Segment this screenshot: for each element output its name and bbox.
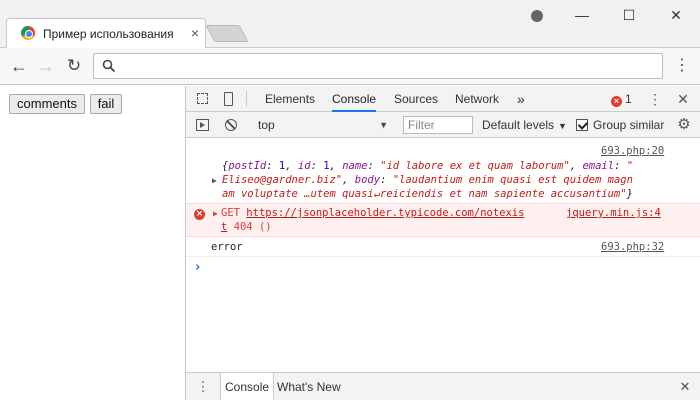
gear-icon[interactable]: ⚙	[675, 116, 693, 134]
profile-icon[interactable]	[525, 4, 549, 26]
page-content: comments fail	[0, 86, 185, 400]
group-similar-checkbox[interactable]: Group similar	[576, 116, 664, 134]
console-message-object: 693.php:20 ▶ {postId: 1, id: 1, name: "i…	[186, 142, 700, 202]
expand-arrow-icon[interactable]: ▶	[212, 176, 217, 185]
forward-button[interactable]: →	[35, 55, 57, 77]
minimize-button[interactable]: —	[570, 4, 594, 26]
error-icon: ×	[194, 209, 205, 220]
error-status: 404 ()	[233, 221, 272, 233]
tab-network[interactable]: Network	[455, 86, 499, 112]
error-text: GET https://jsonplaceholder.typicode.com…	[221, 206, 691, 233]
object-line-1: {postId: 1, id: 1, name: "id labore ex e…	[222, 160, 634, 172]
browser-toolbar: ← → ↻ ⋮	[0, 48, 700, 85]
object-line-3: am voluptate …utem quasi↵reiciendis et n…	[222, 188, 633, 200]
tab-console[interactable]: Console	[332, 86, 377, 112]
tab-elements[interactable]: Elements	[265, 86, 315, 112]
checkbox-checked-icon[interactable]	[576, 119, 588, 131]
back-button[interactable]: ←	[8, 55, 30, 77]
fail-button[interactable]: fail	[90, 94, 122, 114]
error-count-badge[interactable]: × 1	[611, 92, 632, 107]
source-link[interactable]: 693.php:20	[601, 145, 664, 157]
browser-menu-icon[interactable]: ⋮	[672, 56, 692, 76]
more-tabs-button[interactable]: »	[517, 86, 525, 112]
filter-input[interactable]: Filter	[403, 116, 473, 134]
new-tab-button[interactable]	[205, 25, 249, 42]
drawer-menu-icon[interactable]: ⋮	[194, 378, 212, 396]
chevron-down-icon: ▼	[379, 120, 388, 130]
source-link[interactable]: jquery.min.js:4	[566, 206, 661, 220]
address-bar[interactable]	[93, 53, 663, 79]
console-output: 693.php:20 ▶ {postId: 1, id: 1, name: "i…	[186, 138, 700, 370]
sidebar-toggle-icon[interactable]	[194, 116, 212, 134]
window-titlebar: Пример использования × — ☐ ✕	[0, 0, 700, 48]
tab-close-icon[interactable]: ×	[187, 24, 203, 42]
devtools-tabbar: Elements Console Sources Network » × 1 ⋮ …	[186, 86, 700, 112]
maximize-button[interactable]: ☐	[617, 4, 641, 26]
comments-button[interactable]: comments	[9, 94, 85, 114]
devtools-close-icon[interactable]: ✕	[674, 90, 692, 108]
console-message-error: × ▶ GET https://jsonplaceholder.typicode…	[186, 203, 700, 237]
object-line-2: Eliseo@gardner.biz", body: "laudantium e…	[222, 174, 633, 186]
devtools-menu-icon[interactable]: ⋮	[646, 90, 664, 108]
object-preview[interactable]: {postId: 1, id: 1, name: "id labore ex e…	[222, 159, 692, 201]
drawer-tab-whats-new[interactable]: What's New	[277, 373, 341, 400]
levels-label: Default levels	[482, 118, 555, 132]
drawer-tab-console[interactable]: Console	[220, 373, 275, 400]
divider	[246, 91, 247, 107]
devtools-drawer: ⋮ Console What's New ✕	[186, 372, 700, 400]
console-prompt[interactable]: ›	[195, 260, 200, 275]
error-count: 1	[625, 92, 632, 106]
devtools-panel: Elements Console Sources Network » × 1 ⋮ …	[185, 86, 700, 400]
search-icon	[102, 59, 116, 73]
error-url[interactable]: https://jsonplaceholder.typicode.com/not…	[246, 207, 524, 219]
error-url-tail[interactable]: t	[221, 221, 227, 233]
error-line-2: t 404 ()	[221, 220, 272, 234]
drawer-close-icon[interactable]: ✕	[676, 378, 694, 396]
reload-button[interactable]: ↻	[63, 55, 85, 77]
levels-dropdown[interactable]: Default levels ▼	[482, 116, 567, 134]
chevron-down-icon: ▼	[558, 121, 567, 131]
tab-title: Пример использования	[43, 27, 174, 41]
log-text: error	[211, 241, 243, 253]
source-link[interactable]: 693.php:32	[601, 241, 664, 253]
close-window-button[interactable]: ✕	[664, 4, 688, 26]
group-similar-label: Group similar	[593, 118, 665, 132]
chrome-favicon-icon	[21, 26, 35, 40]
tab-sources[interactable]: Sources	[394, 86, 438, 112]
inspect-icon[interactable]	[194, 90, 212, 108]
device-toolbar-icon[interactable]	[220, 90, 238, 108]
clear-console-icon[interactable]	[222, 116, 240, 134]
context-value: top	[258, 118, 275, 132]
context-selector[interactable]: top ▼	[252, 116, 390, 134]
browser-tab[interactable]: Пример использования ×	[6, 18, 206, 48]
console-filterbar: top ▼ Filter Default levels ▼ Group simil…	[186, 112, 700, 138]
error-icon: ×	[611, 96, 622, 107]
expand-arrow-icon[interactable]: ▶	[213, 209, 218, 218]
console-message-log: error 693.php:32	[186, 237, 700, 257]
error-method: GET	[221, 207, 240, 219]
